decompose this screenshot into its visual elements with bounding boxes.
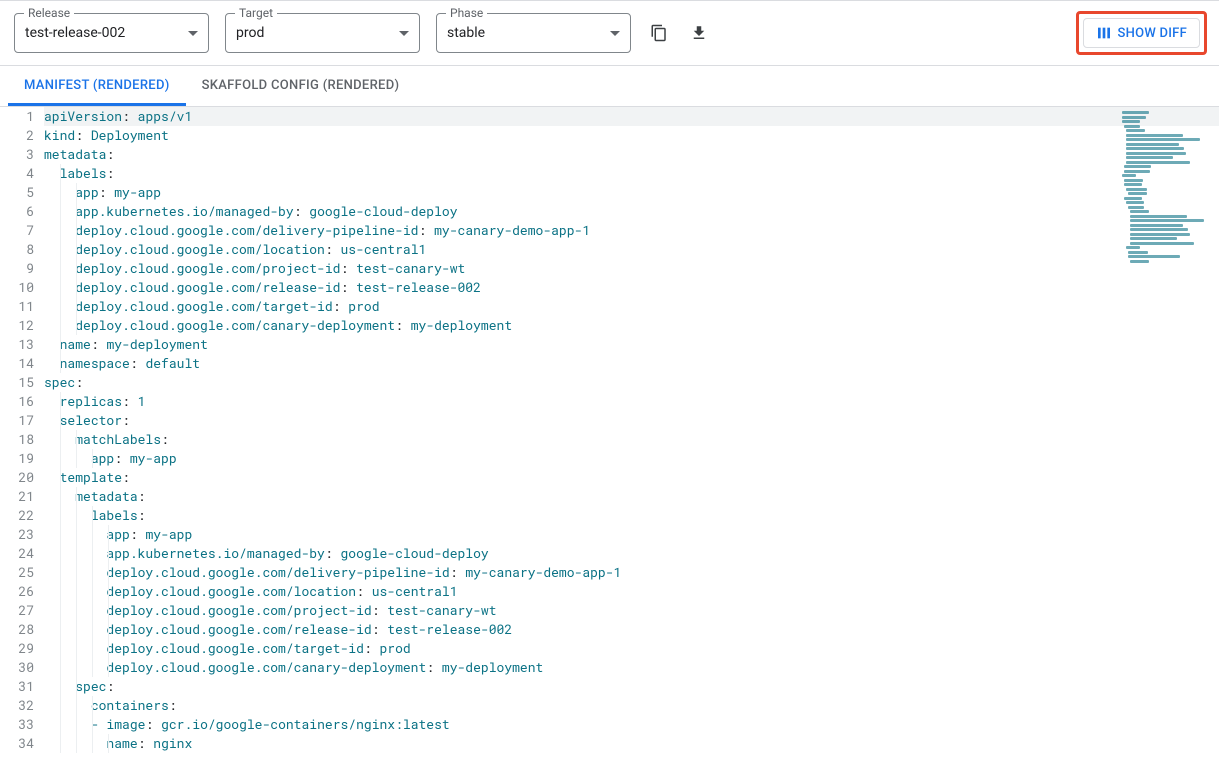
code-line: - image: gcr.io/google-containers/nginx:… (44, 715, 1219, 734)
download-button[interactable] (687, 21, 711, 45)
code-line: namespace: default (44, 354, 1219, 373)
release-select[interactable]: Release test-release-002 (14, 13, 209, 53)
phase-value: stable (447, 25, 610, 41)
code-line: deploy.cloud.google.com/canary-deploymen… (44, 658, 1219, 677)
line-number: 32 (6, 696, 34, 715)
code-line: kind: Deployment (44, 126, 1219, 145)
code-line: apiVersion: apps/v1 (44, 107, 1219, 126)
target-label: Target (235, 6, 277, 20)
code-line: app: my-app (44, 449, 1219, 468)
code-line: labels: (44, 164, 1219, 183)
code-line: app: my-app (44, 525, 1219, 544)
show-diff-highlight: SHOW DIFF (1076, 11, 1207, 55)
show-diff-label: SHOW DIFF (1118, 26, 1187, 41)
line-number: 18 (6, 430, 34, 449)
phase-select[interactable]: Phase stable (436, 13, 631, 53)
toolbar: Release test-release-002 Target prod Pha… (0, 1, 1219, 66)
line-number: 21 (6, 487, 34, 506)
chevron-down-icon (399, 31, 409, 36)
code-line: deploy.cloud.google.com/release-id: test… (44, 278, 1219, 297)
code-line: app.kubernetes.io/managed-by: google-clo… (44, 544, 1219, 563)
code-line: template: (44, 468, 1219, 487)
code-line: app.kubernetes.io/managed-by: google-clo… (44, 202, 1219, 221)
line-number: 27 (6, 601, 34, 620)
copy-icon (650, 24, 668, 42)
target-select[interactable]: Target prod (225, 13, 420, 53)
code-line: metadata: (44, 145, 1219, 164)
code-line: labels: (44, 506, 1219, 525)
line-number: 7 (6, 221, 34, 240)
line-number: 12 (6, 316, 34, 335)
phase-label: Phase (446, 6, 487, 20)
release-value: test-release-002 (25, 25, 188, 41)
line-number: 20 (6, 468, 34, 487)
line-number: 34 (6, 734, 34, 753)
line-number: 6 (6, 202, 34, 221)
line-number: 19 (6, 449, 34, 468)
target-value: prod (236, 25, 399, 41)
download-icon (690, 24, 708, 42)
line-number-gutter: 1234567891011121314151617181920212223242… (0, 107, 44, 757)
chevron-down-icon (188, 31, 198, 36)
line-number: 5 (6, 183, 34, 202)
code-editor[interactable]: 1234567891011121314151617181920212223242… (0, 107, 1219, 757)
code-line: deploy.cloud.google.com/release-id: test… (44, 620, 1219, 639)
chevron-down-icon (610, 31, 620, 36)
line-number: 15 (6, 373, 34, 392)
line-number: 24 (6, 544, 34, 563)
code-line: containers: (44, 696, 1219, 715)
line-number: 1 (6, 107, 34, 126)
line-number: 23 (6, 525, 34, 544)
code-line: deploy.cloud.google.com/project-id: test… (44, 259, 1219, 278)
code-line: deploy.cloud.google.com/target-id: prod (44, 297, 1219, 316)
code-line: name: nginx (44, 734, 1219, 753)
tab-skaffold[interactable]: SKAFFOLD CONFIG (RENDERED) (186, 66, 416, 106)
tabs: MANIFEST (RENDERED) SKAFFOLD CONFIG (REN… (0, 66, 1219, 107)
code-line: deploy.cloud.google.com/delivery-pipelin… (44, 563, 1219, 582)
line-number: 11 (6, 297, 34, 316)
copy-button[interactable] (647, 21, 671, 45)
code-line: selector: (44, 411, 1219, 430)
code-line: deploy.cloud.google.com/location: us-cen… (44, 582, 1219, 601)
code-line: replicas: 1 (44, 392, 1219, 411)
line-number: 4 (6, 164, 34, 183)
code-line: app: my-app (44, 183, 1219, 202)
code-line: deploy.cloud.google.com/target-id: prod (44, 639, 1219, 658)
compare-icon (1096, 25, 1112, 41)
line-number: 33 (6, 715, 34, 734)
show-diff-button[interactable]: SHOW DIFF (1083, 18, 1200, 48)
line-number: 8 (6, 240, 34, 259)
line-number: 2 (6, 126, 34, 145)
line-number: 22 (6, 506, 34, 525)
line-number: 26 (6, 582, 34, 601)
release-label: Release (24, 6, 74, 20)
line-number: 9 (6, 259, 34, 278)
code-line: spec: (44, 373, 1219, 392)
line-number: 10 (6, 278, 34, 297)
line-number: 30 (6, 658, 34, 677)
code-content: apiVersion: apps/v1kind: Deploymentmetad… (44, 107, 1219, 757)
code-line: deploy.cloud.google.com/location: us-cen… (44, 240, 1219, 259)
line-number: 13 (6, 335, 34, 354)
tab-manifest[interactable]: MANIFEST (RENDERED) (8, 66, 186, 106)
code-line: deploy.cloud.google.com/canary-deploymen… (44, 316, 1219, 335)
code-line: name: my-deployment (44, 335, 1219, 354)
code-line: spec: (44, 677, 1219, 696)
line-number: 3 (6, 145, 34, 164)
line-number: 25 (6, 563, 34, 582)
line-number: 14 (6, 354, 34, 373)
code-line: deploy.cloud.google.com/delivery-pipelin… (44, 221, 1219, 240)
code-line: deploy.cloud.google.com/project-id: test… (44, 601, 1219, 620)
line-number: 17 (6, 411, 34, 430)
line-number: 31 (6, 677, 34, 696)
code-line: metadata: (44, 487, 1219, 506)
line-number: 29 (6, 639, 34, 658)
line-number: 16 (6, 392, 34, 411)
line-number: 28 (6, 620, 34, 639)
code-line: matchLabels: (44, 430, 1219, 449)
